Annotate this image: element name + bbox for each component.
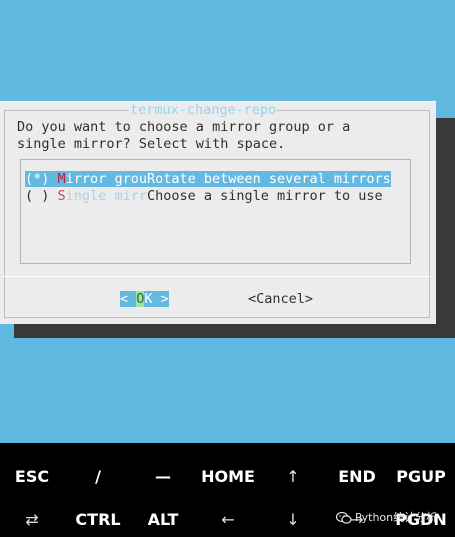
watermark: Python统计分析 [336, 509, 437, 527]
ok-left-bracket: < [120, 291, 137, 307]
option-list: (*) Mirror grouRotate between several mi… [20, 159, 411, 264]
option-name: irror grou [65, 171, 147, 187]
key-alt[interactable]: ALT [148, 510, 179, 530]
option-hotkey: S [57, 188, 66, 204]
arrow-left-icon[interactable]: ← [221, 510, 234, 530]
key-pgup[interactable]: PGUP [396, 467, 446, 487]
arrow-down-icon[interactable]: ↓ [286, 510, 299, 530]
wechat-icon [336, 511, 352, 524]
mirror-dialog: termux-change-repo Do you want to choose… [0, 101, 436, 324]
option-description: Rotate between several mirrors [146, 171, 391, 187]
dialog-title: termux-change-repo [129, 102, 278, 118]
key-slash[interactable]: / [95, 467, 101, 487]
option-name: ingle mirr [65, 188, 147, 204]
prompt-line-2: single mirror? Select with space. [17, 136, 286, 152]
option-hotkey: M [57, 171, 66, 187]
tab-swap-icon[interactable]: ⇄ [25, 510, 38, 530]
ok-rest: K > [144, 291, 169, 307]
key-home[interactable]: HOME [201, 467, 255, 487]
option-single-mirror[interactable]: ( ) Single mirrChoose a single mirror to… [25, 188, 383, 204]
watermark-text: Python统计分析 [355, 511, 438, 524]
radio-unselected[interactable]: ( ) [25, 188, 49, 204]
option-mirror-group[interactable]: (*) Mirror grouRotate between several mi… [25, 171, 391, 187]
key-esc[interactable]: ESC [15, 467, 49, 487]
button-separator [4, 276, 430, 277]
option-description: Choose a single mirror to use [146, 188, 383, 204]
dialog-prompt: Do you want to choose a mirror group or … [17, 119, 350, 153]
cancel-button[interactable]: <Cancel> [248, 291, 313, 307]
terminal-screen: termux-change-repo Do you want to choose… [0, 0, 455, 443]
ok-button[interactable]: < OK > [120, 291, 169, 307]
key-end[interactable]: END [338, 467, 376, 487]
key-dash[interactable]: — [155, 467, 171, 487]
arrow-up-icon[interactable]: ↑ [286, 467, 299, 487]
radio-selected[interactable]: (*) [25, 171, 49, 187]
prompt-line-1: Do you want to choose a mirror group or … [17, 119, 351, 135]
key-ctrl[interactable]: CTRL [75, 510, 120, 530]
